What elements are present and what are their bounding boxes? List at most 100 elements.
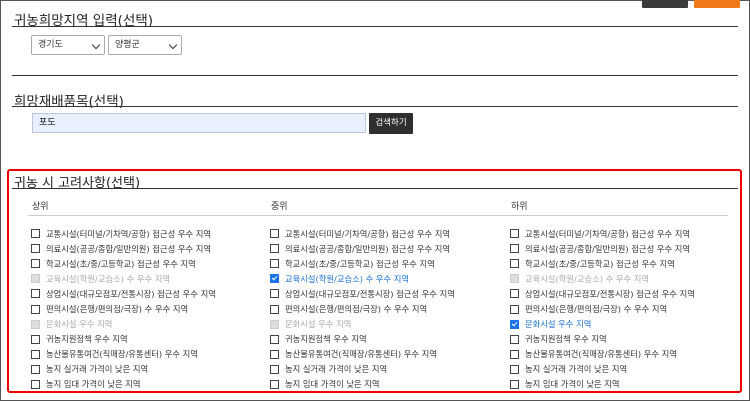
priority-option[interactable]: 편의시설(은행/편의점/극장) 수 우수 지역 [270,301,455,316]
priority-option[interactable]: 상업시설(대규모점포/전통시장) 접근성 우수 지역 [31,286,216,301]
priority-option-label: 상업시설(대규모점포/전통시장) 접근성 우수 지역 [285,288,455,299]
checkbox-icon[interactable] [510,379,519,389]
checkbox-icon[interactable] [31,229,40,239]
checkbox-checked-icon[interactable] [270,274,279,284]
checkbox-icon[interactable] [31,289,40,299]
checkbox-icon[interactable] [270,304,279,314]
priority-option-label: 의료시설(공공/종합/일반의원) 접근성 우수 지역 [46,243,212,254]
column-header-mid: 중위 [271,202,288,212]
checkbox-icon[interactable] [270,229,279,239]
priority-option-label: 학교시설(초/중/고등학교) 접근성 우수 지역 [46,258,196,269]
crop-divider [12,106,738,107]
column-header-divider [28,215,728,216]
checkbox-icon[interactable] [31,349,40,359]
priority-option-label: 편의시설(은행/편의점/극장) 수 우수 지역 [525,304,668,315]
priority-option[interactable]: 귀농지원정책 우수 지역 [31,332,216,347]
priority-option[interactable]: 농지 임대 가격이 낮은 지역 [270,377,455,392]
priority-option[interactable]: 상업시설(대규모점포/전통시장) 접근성 우수 지역 [510,286,695,301]
priority-option-label: 문화시설 우수 지역 [285,319,352,330]
priority-option-label: 농지 실거래 가격이 낮은 지역 [525,364,628,375]
checkbox-icon[interactable] [510,289,519,299]
priority-option-label: 문화시설 우수 지역 [525,319,592,330]
checkbox-icon[interactable] [510,334,519,344]
priority-option[interactable]: 학교시설(초/중/고등학교) 접근성 우수 지역 [270,256,455,271]
priority-option[interactable]: 귀농지원정책 우수 지역 [270,332,455,347]
priority-option[interactable]: 교통시설(터미널/기차역/공항) 접근성 우수 지역 [270,226,455,241]
checkbox-icon[interactable] [510,349,519,359]
priority-option[interactable]: 농산물유통여건(직매장/유통센터) 우수 지역 [31,347,216,362]
priority-option[interactable]: 교육시설(학원/교습소) 수 우수 지역 [270,271,455,286]
checkbox-icon[interactable] [270,334,279,344]
checkbox-icon[interactable] [270,349,279,359]
top-button-orange[interactable] [694,0,740,8]
county-select[interactable]: 양평군 [108,35,182,55]
priority-option-label: 학교시설(초/중/고등학교) 접근성 우수 지역 [285,258,435,269]
checkbox-icon [31,274,40,284]
priority-option-label: 농지 실거래 가격이 낮은 지역 [285,364,388,375]
checkbox-icon[interactable] [510,304,519,314]
checkbox-icon[interactable] [31,259,40,269]
checkbox-icon[interactable] [510,244,519,254]
checkbox-icon[interactable] [270,259,279,269]
crop-search-input[interactable]: 포도 [32,113,366,133]
priority-option[interactable]: 학교시설(초/중/고등학교) 접근성 우수 지역 [31,256,216,271]
priority-option-label: 교육시설(학원/교습소) 수 우수 지역 [46,273,171,284]
column-header-high: 상위 [32,202,49,212]
priority-option-label: 의료시설(공공/종합/일반의원) 접근성 우수 지역 [525,243,691,254]
checkbox-icon[interactable] [31,304,40,314]
priority-option-label: 농지 임대 가격이 낮은 지역 [285,379,380,390]
priority-option[interactable]: 의료시설(공공/종합/일반의원) 접근성 우수 지역 [510,241,695,256]
priority-option[interactable]: 농지 임대 가격이 낮은 지역 [31,377,216,392]
priority-option-label: 귀농지원정책 우수 지역 [525,334,607,345]
checkbox-icon[interactable] [31,244,40,254]
priority-option[interactable]: 의료시설(공공/종합/일반의원) 접근성 우수 지역 [270,241,455,256]
priority-option[interactable]: 학교시설(초/중/고등학교) 접근성 우수 지역 [510,256,695,271]
checkbox-icon[interactable] [270,244,279,254]
priority-option[interactable]: 의료시설(공공/종합/일반의원) 접근성 우수 지역 [31,241,216,256]
province-select-value: 경기도 [38,40,63,50]
checkbox-icon[interactable] [510,364,519,374]
checkbox-icon [510,274,519,284]
checkbox-icon[interactable] [270,364,279,374]
checkbox-icon[interactable] [270,289,279,299]
search-button[interactable]: 검색하기 [369,113,413,134]
top-button-dark[interactable] [642,0,688,8]
priorities-divider [12,188,738,189]
priority-option[interactable]: 농지 실거래 가격이 낮은 지역 [510,362,695,377]
priority-option[interactable]: 문화시설 우수 지역 [510,317,695,332]
checkbox-checked-icon[interactable] [510,319,519,329]
checkbox-icon[interactable] [270,379,279,389]
priority-option[interactable]: 농산물유통여건(직매장/유통센터) 우수 지역 [510,347,695,362]
priority-option[interactable]: 농지 실거래 가격이 낮은 지역 [270,362,455,377]
crop-section-title: 희망재배품목(선택) [14,94,124,110]
checkbox-icon [31,319,40,329]
priority-option[interactable]: 상업시설(대규모점포/전통시장) 접근성 우수 지역 [270,286,455,301]
checkbox-icon[interactable] [31,379,40,389]
priority-option: 교육시설(학원/교습소) 수 우수 지역 [31,271,216,286]
checkbox-icon[interactable] [510,229,519,239]
priority-option-label: 교통시설(터미널/기차역/공항) 접근성 우수 지역 [46,228,212,239]
priority-option-label: 문화시설 우수 지역 [46,319,113,330]
priority-option[interactable]: 농산물유통여건(직매장/유통센터) 우수 지역 [270,347,455,362]
column-header-low: 하위 [511,202,528,212]
priority-option[interactable]: 교통시설(터미널/기차역/공항) 접근성 우수 지역 [31,226,216,241]
priority-option-label: 의료시설(공공/종합/일반의원) 접근성 우수 지역 [285,243,451,254]
priority-option-label: 농지 임대 가격이 낮은 지역 [46,379,141,390]
priority-option[interactable]: 편의시설(은행/편의점/극장) 수 우수 지역 [510,301,695,316]
top-action-buttons [642,0,740,8]
priority-option-label: 편의시설(은행/편의점/극장) 수 우수 지역 [46,304,189,315]
priority-option-label: 교통시설(터미널/기차역/공항) 접근성 우수 지역 [285,228,451,239]
priority-option: 문화시설 우수 지역 [31,317,216,332]
checkbox-icon[interactable] [510,259,519,269]
province-select[interactable]: 경기도 [31,35,105,55]
county-select-value: 양평군 [115,40,140,50]
priority-option[interactable]: 교통시설(터미널/기차역/공항) 접근성 우수 지역 [510,226,695,241]
priority-option[interactable]: 농지 임대 가격이 낮은 지역 [510,377,695,392]
priority-option[interactable]: 귀농지원정책 우수 지역 [510,332,695,347]
checkbox-icon[interactable] [31,334,40,344]
priority-option[interactable]: 편의시설(은행/편의점/극장) 수 우수 지역 [31,301,216,316]
checkbox-icon[interactable] [31,364,40,374]
priority-option[interactable]: 농지 실거래 가격이 낮은 지역 [31,362,216,377]
priority-option-label: 교육시설(학원/교습소) 수 우수 지역 [285,273,410,284]
region-divider [12,26,738,27]
